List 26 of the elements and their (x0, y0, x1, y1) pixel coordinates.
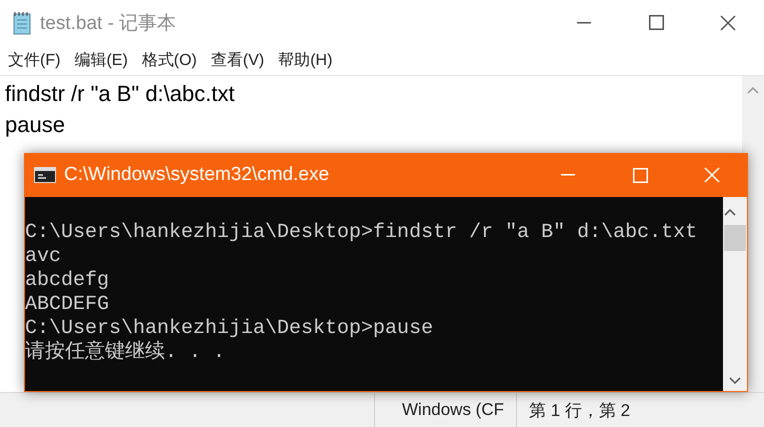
menu-item[interactable]: 查看(V) (206, 48, 268, 72)
console-line: avc (25, 245, 62, 269)
scrollbar-thumb[interactable] (724, 225, 746, 251)
console-icon (34, 167, 56, 183)
console-line: abcdefg (25, 269, 110, 293)
status-text: Windows (CF (374, 393, 516, 427)
status-text: 第 1 行，第 2 (516, 393, 759, 427)
console-line: C:\Users\hankezhijia\Desktop>pause (25, 317, 434, 340)
menu-item[interactable]: 编辑(E) (70, 48, 132, 72)
minimize-icon[interactable] (577, 22, 591, 24)
console-line: C:\Users\hankezhijia\Desktop>findstr /r "a B" d:\abc.txt (25, 221, 698, 245)
menu-item[interactable]: 格式(O) (138, 48, 201, 72)
text-line: pause (5, 111, 66, 139)
console-line: 请按任意键继续. . . (25, 341, 226, 365)
scroll-up-icon[interactable] (724, 208, 736, 216)
window-title: test.bat - 记事本 (40, 12, 178, 36)
menu-item[interactable]: 文件(F) (4, 48, 64, 72)
minimize-icon[interactable] (561, 174, 575, 176)
menu-item[interactable]: 帮助(H) (274, 48, 336, 72)
scroll-down-icon[interactable] (729, 377, 741, 385)
close-icon[interactable] (720, 14, 736, 30)
text-line: findstr /r "a B" d:\abc.txt (5, 80, 236, 108)
maximize-icon[interactable] (648, 15, 664, 30)
console-line: ABCDEFG (25, 293, 110, 317)
window-title: C:\Windows\system32\cmd.exe (64, 164, 330, 186)
notepad-icon (12, 10, 32, 34)
